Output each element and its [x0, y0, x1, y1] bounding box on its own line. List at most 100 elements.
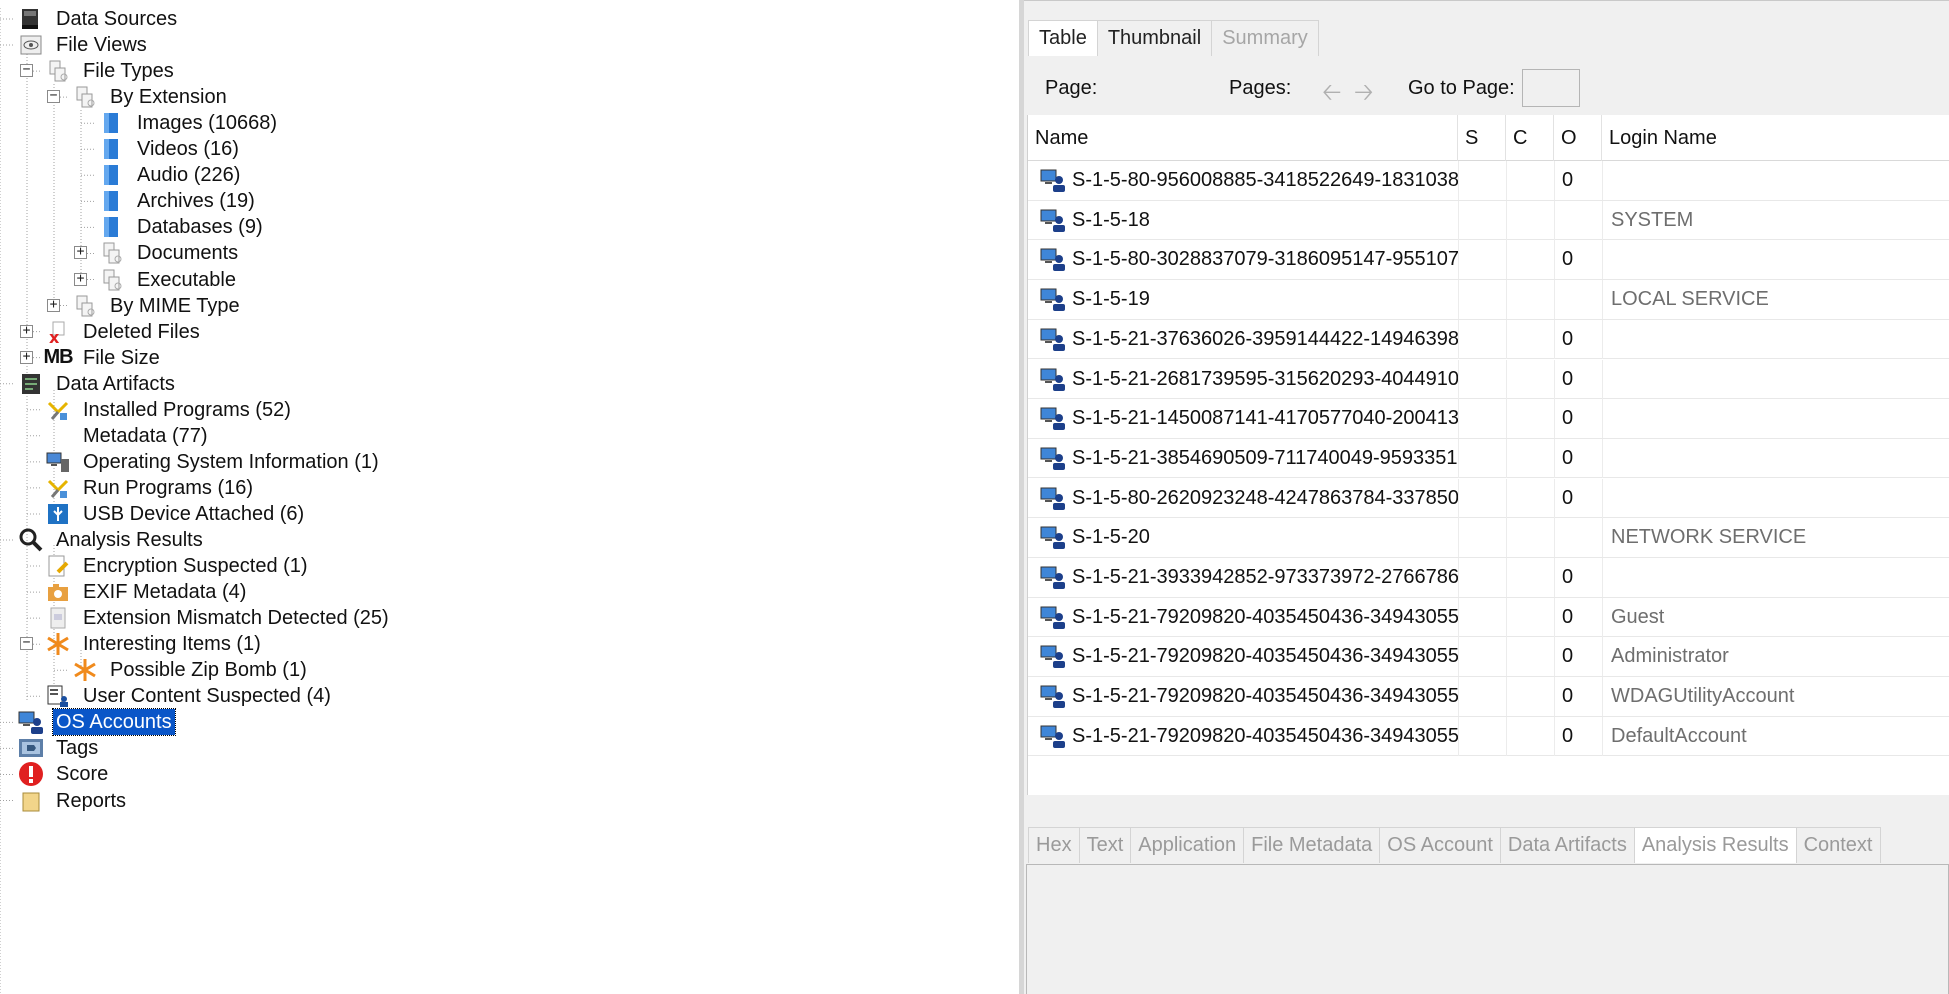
- tab-summary: Summary: [1211, 20, 1319, 56]
- svg-text:x: x: [49, 328, 60, 344]
- directory-tree[interactable]: Data Sources File Views File Types − By Exte…: [0, 0, 1019, 994]
- page-label: Page:: [1045, 77, 1098, 99]
- cell-c: [1514, 320, 1554, 359]
- os-account-icon: [1040, 724, 1066, 754]
- tree-node-label: Possible Zip Bomb (1): [110, 659, 307, 682]
- tree-node-label: USB Device Attached (6): [83, 502, 305, 525]
- expand-icon[interactable]: +: [47, 298, 60, 312]
- cell-name: S-1-5-19: [1072, 288, 1150, 311]
- table-row[interactable]: S-1-5-80-3028837079-3186095147-955107200…: [1028, 240, 1949, 280]
- cell-name: S-1-5-21-79209820-4035450436-3494305568-…: [1072, 645, 1458, 668]
- os-account-icon: [1040, 486, 1066, 516]
- previous-page-arrow-icon[interactable]: 🡠: [1322, 75, 1341, 116]
- cell-o: 0: [1562, 367, 1574, 390]
- collapse-icon[interactable]: −: [20, 636, 33, 651]
- cell-name: S-1-5-21-3933942852-973373972-2766786355…: [1072, 566, 1458, 588]
- cell-c: [1514, 518, 1554, 557]
- expand-icon[interactable]: +: [74, 245, 87, 260]
- os-account-icon: [1040, 208, 1066, 238]
- cell-s: [1466, 518, 1506, 557]
- content-tab-analysis-results[interactable]: Analysis Results: [1633, 827, 1797, 863]
- content-tab-file-metadata[interactable]: File Metadata: [1243, 827, 1381, 863]
- cell-s: [1466, 240, 1506, 279]
- cell-c: [1514, 598, 1554, 637]
- deleted-files-icon: x: [45, 319, 71, 345]
- cell-c: [1514, 717, 1554, 756]
- cell-c: [1514, 439, 1554, 478]
- content-tab-os-account[interactable]: OS Account: [1379, 827, 1501, 863]
- table-row[interactable]: S-1-5-21-37636026-3959144422-1494639879-…: [1028, 319, 1949, 360]
- table-row[interactable]: S-1-5-20 NETWORK SERVICE: [1028, 518, 1949, 558]
- cell-name: S-1-5-21-1450087141-4170577040-200413478…: [1072, 407, 1458, 430]
- file-category-icon: [99, 188, 125, 214]
- table-row[interactable]: S-1-5-80-956008885-3418522649-1831038044…: [1028, 161, 1949, 201]
- file-size-icon: MB: [43, 346, 73, 369]
- file-types-icon: [45, 58, 71, 84]
- file-types-icon: [72, 84, 98, 110]
- tree-node-label: File Types: [83, 60, 174, 83]
- asterisk-icon: [72, 657, 98, 683]
- column-header-o[interactable]: O: [1554, 115, 1602, 161]
- collapse-icon[interactable]: −: [47, 89, 60, 104]
- expand-icon[interactable]: +: [20, 350, 33, 364]
- cell-login-name: [1611, 320, 1949, 359]
- table-row[interactable]: S-1-5-21-1450087141-4170577040-200413478…: [1028, 399, 1949, 439]
- column-header-login-name[interactable]: Login Name: [1602, 115, 1949, 161]
- file-category-icon: [99, 214, 125, 240]
- tree-node-label: Metadata (77): [83, 424, 208, 447]
- cell-name: S-1-5-80-3028837079-3186095147-955107200…: [1072, 248, 1458, 271]
- table-row[interactable]: S-1-5-19 LOCAL SERVICE: [1028, 280, 1949, 320]
- expand-icon[interactable]: +: [20, 324, 33, 338]
- cell-login-name: Administrator: [1611, 645, 1729, 668]
- data-sources-icon: [18, 6, 44, 32]
- tree-node-label: Operating System Information (1): [83, 450, 379, 473]
- tab-table[interactable]: Table: [1028, 20, 1098, 56]
- metadata-code-icon: [45, 423, 71, 449]
- table-row[interactable]: S-1-5-80-2620923248-4247863784-337850818…: [1028, 478, 1949, 519]
- table-row[interactable]: S-1-5-21-3854690509-711740049-959335123-…: [1028, 438, 1949, 479]
- content-tab-text[interactable]: Text: [1078, 827, 1132, 863]
- cell-s: [1466, 439, 1506, 478]
- content-viewer-tabs: Hex Text Application File Metadata OS Accoun…: [1028, 827, 1881, 863]
- collapse-icon[interactable]: −: [20, 63, 33, 78]
- go-to-page-input[interactable]: [1522, 69, 1580, 107]
- tree-node-label: Tags: [56, 737, 99, 760]
- content-tab-data-artifacts[interactable]: Data Artifacts: [1499, 827, 1635, 863]
- column-header-s[interactable]: S: [1458, 115, 1506, 161]
- os-account-icon: [1040, 406, 1066, 436]
- table-row[interactable]: S-1-5-21-79209820-4035450436-3494305568-…: [1028, 716, 1949, 757]
- tree-node-label: Data Artifacts: [56, 372, 175, 395]
- tree-node-label: User Content Suspected (4): [83, 685, 331, 708]
- content-tab-context[interactable]: Context: [1795, 827, 1881, 863]
- encryption-icon: [45, 553, 71, 579]
- file-types-icon: [72, 293, 98, 319]
- cell-c: [1514, 399, 1554, 438]
- tree-node-reports[interactable]: Reports: [18, 786, 129, 816]
- cell-c: [1514, 637, 1554, 676]
- tree-node-label: Audio (226): [137, 164, 241, 187]
- table-header: Name S C O Login Name: [1028, 115, 1949, 161]
- cell-login-name: DefaultAccount: [1611, 724, 1747, 747]
- table-row[interactable]: S-1-5-21-3933942852-973373972-2766786355…: [1028, 558, 1949, 598]
- computer-icon: [45, 449, 71, 475]
- table-row[interactable]: S-1-5-21-79209820-4035450436-3494305568-…: [1028, 597, 1949, 638]
- table-row[interactable]: S-1-5-21-79209820-4035450436-3494305568-…: [1028, 677, 1949, 717]
- os-accounts-table: Name S C O Login Name S-1-5-80-956008885-341…: [1027, 115, 1949, 795]
- magnifier-icon: [18, 527, 44, 553]
- cell-s: [1466, 280, 1506, 319]
- expand-icon[interactable]: +: [74, 272, 87, 286]
- cell-o: 0: [1562, 566, 1574, 588]
- tab-thumbnail[interactable]: Thumbnail: [1096, 20, 1213, 56]
- column-header-name[interactable]: Name: [1028, 115, 1458, 161]
- cell-o: 0: [1562, 169, 1574, 191]
- cell-s: [1466, 320, 1506, 359]
- column-header-c[interactable]: C: [1506, 115, 1554, 161]
- content-tab-hex[interactable]: Hex: [1028, 827, 1080, 863]
- table-row[interactable]: S-1-5-18 SYSTEM: [1028, 200, 1949, 241]
- cell-o: 0: [1562, 446, 1574, 469]
- content-tab-application[interactable]: Application: [1130, 827, 1245, 863]
- next-page-arrow-icon[interactable]: 🡢: [1354, 75, 1373, 116]
- table-row[interactable]: S-1-5-21-2681739595-315620293-4044910924…: [1028, 359, 1949, 400]
- cell-login-name: [1611, 558, 1949, 597]
- table-row[interactable]: S-1-5-21-79209820-4035450436-3494305568-…: [1028, 637, 1949, 677]
